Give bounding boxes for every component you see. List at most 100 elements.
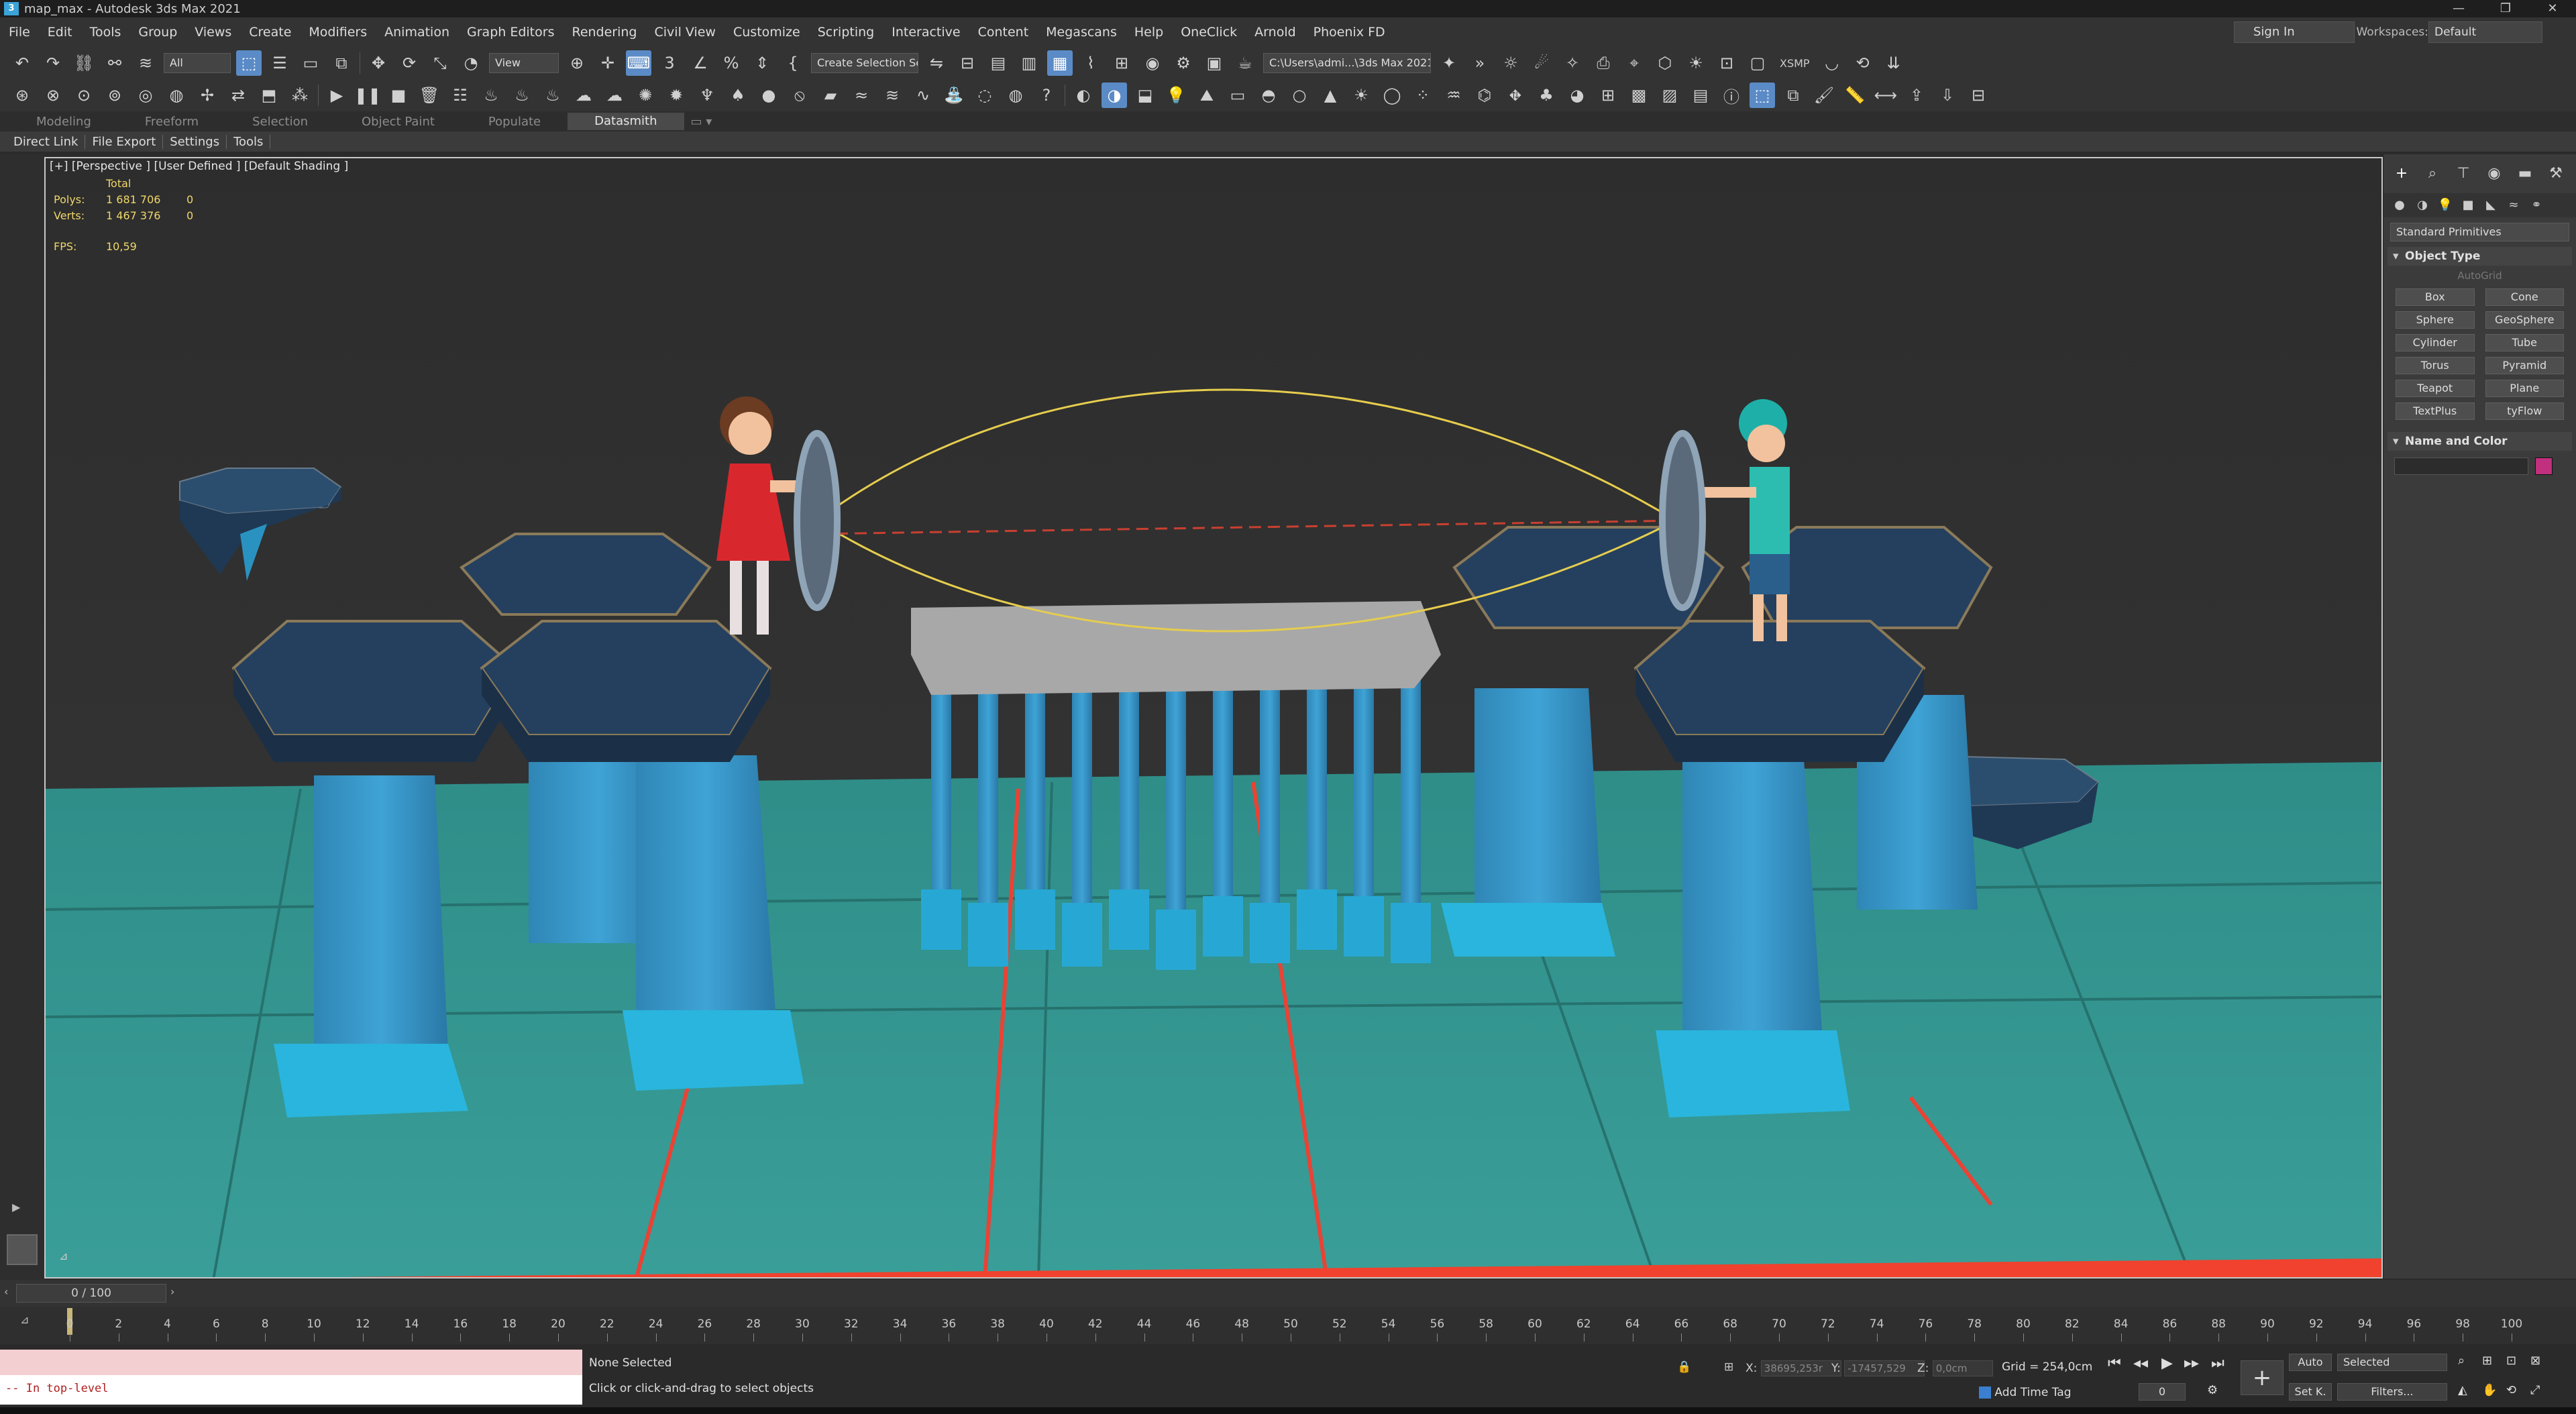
scale-icon[interactable]: ⤡: [427, 50, 453, 76]
tyflow-button[interactable]: tyFlow: [2485, 402, 2564, 420]
paint-icon[interactable]: 🖌: [1811, 83, 1837, 108]
batch-icon[interactable]: ⊟: [1966, 83, 1991, 108]
smoke-source-icon[interactable]: ☁: [571, 83, 596, 108]
simulation-list-icon[interactable]: ☷: [447, 83, 473, 108]
menu-interactive[interactable]: Interactive: [883, 25, 969, 40]
name-and-color-rollout[interactable]: Name and Color: [2387, 432, 2572, 451]
geometry-category-icon[interactable]: ●: [2392, 197, 2408, 213]
dimension-icon[interactable]: ⟷: [1873, 83, 1898, 108]
toggle-scene-explorer-icon[interactable]: ▤: [985, 50, 1011, 76]
pan-view-icon[interactable]: ✋: [2482, 1383, 2497, 1397]
plane-primitive-icon[interactable]: ▭: [1225, 83, 1250, 108]
liquid-source-icon[interactable]: ☄: [1529, 50, 1554, 76]
tree-icon[interactable]: ♣: [1534, 83, 1559, 108]
object-display-icon[interactable]: ◐: [1071, 83, 1096, 108]
frame-buffer-icon[interactable]: ▨: [1657, 83, 1682, 108]
pivot-center-icon[interactable]: ⊕: [564, 50, 590, 76]
xsmp-settings-icon[interactable]: ⟲: [1850, 50, 1876, 76]
helpers-category-icon[interactable]: ◣: [2483, 197, 2499, 213]
box-button[interactable]: Box: [2396, 288, 2475, 306]
ribbon-options-icon[interactable]: ▭ ▾: [684, 115, 719, 129]
viewport-layout-button[interactable]: [7, 1234, 38, 1265]
xsmp-tool-icon[interactable]: ◡: [1819, 50, 1845, 76]
teapot-button[interactable]: Teapot: [2396, 380, 2475, 397]
particle-shader-icon[interactable]: ✺: [633, 83, 658, 108]
environment-icon[interactable]: ⛰: [1194, 83, 1220, 108]
settings-button[interactable]: Settings: [163, 134, 227, 149]
display-tab-icon[interactable]: ▬: [2515, 164, 2535, 184]
clear-simulation-icon[interactable]: 🗑: [417, 83, 442, 108]
rendered-frame-window-icon[interactable]: ▣: [1201, 50, 1227, 76]
mirror-icon[interactable]: ⇋: [924, 50, 949, 76]
volume-icon[interactable]: ⌬: [1472, 83, 1497, 108]
menu-customize[interactable]: Customize: [724, 25, 809, 40]
menu-civil-view[interactable]: Civil View: [646, 25, 724, 40]
keyboard-shortcut-override-icon[interactable]: ⌨: [626, 50, 651, 76]
schematic-view-icon[interactable]: ⊞: [1109, 50, 1134, 76]
sky-icon[interactable]: ◯: [1379, 83, 1405, 108]
move-tool-icon[interactable]: ⇄: [225, 83, 251, 108]
plane-button[interactable]: Plane: [2485, 380, 2564, 397]
group-icon[interactable]: ⧉: [1780, 83, 1806, 108]
tab-selection[interactable]: Selection: [225, 115, 335, 129]
proxy-icon[interactable]: ⛖: [1503, 83, 1528, 108]
dome-light-icon[interactable]: ◓: [1256, 83, 1281, 108]
pyramid-button[interactable]: Pyramid: [2485, 357, 2564, 374]
geosphere-button[interactable]: GeoSphere: [2485, 311, 2564, 329]
render-setup-icon[interactable]: ⚙: [1171, 50, 1196, 76]
candle-icon[interactable]: ♆: [694, 83, 720, 108]
move-icon[interactable]: ✥: [366, 50, 391, 76]
link-icon[interactable]: ⛓: [71, 50, 97, 76]
y-field[interactable]: -17457,529: [1844, 1360, 1925, 1376]
stop-sim-icon[interactable]: ⦸: [787, 83, 812, 108]
shapes-category-icon[interactable]: ◑: [2414, 197, 2430, 213]
hierarchy-tab-icon[interactable]: ⊤: [2453, 164, 2473, 184]
menu-oneclick[interactable]: OneClick: [1172, 25, 1246, 40]
utilities-tab-icon[interactable]: ⚒: [2546, 164, 2566, 184]
liquid-icon[interactable]: ▰: [818, 83, 843, 108]
workspace-dropdown[interactable]: Default: [2428, 21, 2542, 43]
play-icon[interactable]: ▶: [324, 83, 350, 108]
geometry-icon[interactable]: ⬡: [1652, 50, 1678, 76]
track-bar[interactable]: ⊿ 0 2 4 6 8 10 12 14 16 18 20 22 24 26 28 30 32 34 36 38 40 4…: [0, 1307, 2576, 1344]
go-to-end-icon[interactable]: ⏭: [2211, 1355, 2224, 1372]
direct-link-button[interactable]: Direct Link: [7, 134, 86, 149]
measure-icon[interactable]: 📏: [1842, 83, 1868, 108]
previous-key-icon[interactable]: ◂◂: [2133, 1355, 2148, 1372]
snaps-toggle-icon[interactable]: 3: [657, 50, 682, 76]
explosion-icon[interactable]: ✹: [663, 83, 689, 108]
export-icon[interactable]: ⇪: [1904, 83, 1929, 108]
go-to-start-icon[interactable]: ⏮: [2108, 1355, 2121, 1372]
foam-icon[interactable]: ◌: [972, 83, 998, 108]
minimize-button[interactable]: —: [2435, 0, 2482, 17]
play-animation-icon[interactable]: ▶: [2161, 1355, 2173, 1372]
lock-selection-icon[interactable]: 🔒: [1677, 1360, 1691, 1374]
menu-animation[interactable]: Animation: [376, 25, 458, 40]
set-key-icon[interactable]: +: [2241, 1360, 2284, 1395]
splash-icon[interactable]: ≋: [879, 83, 905, 108]
window-toggle-icon[interactable]: ▢: [1745, 50, 1770, 76]
menu-help[interactable]: Help: [1126, 25, 1172, 40]
orbit-icon[interactable]: ⟲: [2506, 1383, 2516, 1397]
object-name-field[interactable]: [2394, 457, 2528, 475]
wave-icon[interactable]: ∿: [910, 83, 936, 108]
previous-frame-icon[interactable]: ‹: [4, 1285, 8, 1298]
select-tool-icon[interactable]: ⬚: [1750, 83, 1775, 108]
time-config-icon[interactable]: ⚙: [2207, 1383, 2218, 1397]
camera-icon[interactable]: ⎙: [1591, 50, 1616, 76]
unlink-icon[interactable]: ⚯: [102, 50, 127, 76]
menu-group[interactable]: Group: [129, 25, 186, 40]
expand-arrow-icon[interactable]: ▶: [12, 1201, 20, 1213]
motion-tab-icon[interactable]: ◉: [2484, 164, 2504, 184]
scene-canvas[interactable]: [46, 158, 2383, 1279]
material-sphere-icon[interactable]: ◕: [1564, 83, 1590, 108]
named-selection-set-dropdown[interactable]: Create Selection Set: [811, 53, 918, 73]
texture-icon[interactable]: ▩: [1626, 83, 1652, 108]
menu-modifiers[interactable]: Modifiers: [300, 25, 376, 40]
tab-object-paint[interactable]: Object Paint: [335, 115, 462, 129]
curve-editor-icon[interactable]: ⌇: [1078, 50, 1104, 76]
viewport-layout-icon[interactable]: ⊡: [1714, 50, 1739, 76]
render-region-icon[interactable]: ⬓: [1132, 83, 1158, 108]
perspective-viewport[interactable]: [+] [Perspective ] [User Defined ] [Defa…: [44, 157, 2383, 1279]
reference-coordinate-dropdown[interactable]: View: [489, 53, 559, 73]
